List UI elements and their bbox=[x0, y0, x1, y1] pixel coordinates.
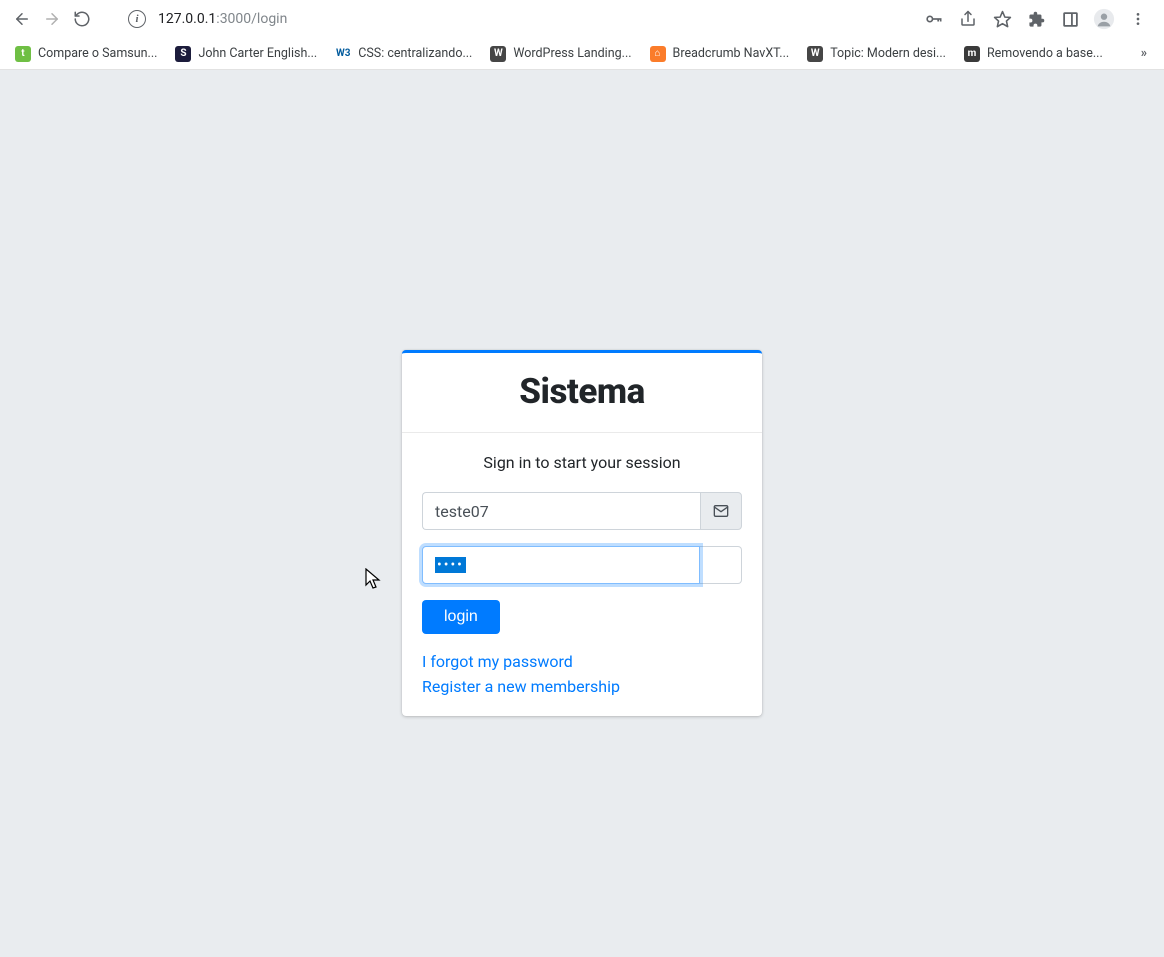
toolbar-actions bbox=[920, 5, 1156, 33]
bookmark-label: John Carter English... bbox=[198, 46, 317, 61]
username-input[interactable] bbox=[422, 492, 700, 530]
forward-button[interactable] bbox=[38, 5, 66, 33]
profile-icon[interactable] bbox=[1090, 5, 1118, 33]
bookmark-favicon: ⌂ bbox=[650, 46, 666, 62]
bookmark-item[interactable]: t Compare o Samsun... bbox=[8, 42, 164, 66]
brand-title: Sistema bbox=[422, 371, 742, 412]
browser-toolbar: i 127.0.0.1:3000/login bbox=[0, 0, 1164, 38]
bookmark-label: CSS: centralizando... bbox=[358, 46, 472, 61]
bookmark-favicon: t bbox=[15, 46, 31, 62]
bookmark-favicon: W3 bbox=[335, 46, 351, 62]
card-body: Sign in to start your session •••• login… bbox=[402, 433, 762, 716]
bookmark-item[interactable]: ⌂ Breadcrumb NavXT... bbox=[643, 42, 797, 66]
password-input[interactable]: •••• bbox=[422, 546, 700, 584]
username-group bbox=[422, 492, 742, 530]
menu-icon[interactable] bbox=[1124, 5, 1152, 33]
reload-icon bbox=[73, 10, 91, 28]
signin-subtitle: Sign in to start your session bbox=[422, 453, 742, 472]
bookmarks-bar: t Compare o Samsun... S John Carter English… bbox=[0, 38, 1164, 70]
reload-button[interactable] bbox=[68, 5, 96, 33]
password-group: •••• bbox=[422, 546, 742, 584]
card-header: Sistema bbox=[402, 353, 762, 433]
bookmarks-overflow-icon[interactable]: » bbox=[1133, 42, 1156, 65]
bookmark-label: Topic: Modern desi... bbox=[830, 46, 946, 61]
password-selected-dots: •••• bbox=[435, 557, 466, 573]
bookmark-label: Compare o Samsun... bbox=[38, 46, 157, 61]
extensions-icon[interactable] bbox=[1022, 5, 1050, 33]
panel-icon[interactable] bbox=[1056, 5, 1084, 33]
bookmark-favicon: W bbox=[807, 46, 823, 62]
bookmark-item[interactable]: m Removendo a base... bbox=[957, 42, 1110, 66]
bookmark-item[interactable]: W WordPress Landing... bbox=[483, 42, 638, 66]
arrow-left-icon bbox=[13, 10, 31, 28]
site-info-icon[interactable]: i bbox=[128, 10, 146, 28]
bookmark-label: Breadcrumb NavXT... bbox=[673, 46, 790, 61]
login-links: I forgot my password Register a new memb… bbox=[422, 652, 742, 696]
lock-icon bbox=[700, 546, 742, 584]
bookmark-item[interactable]: W Topic: Modern desi... bbox=[800, 42, 953, 66]
address-bar[interactable]: i 127.0.0.1:3000/login bbox=[118, 4, 908, 34]
email-icon bbox=[700, 492, 742, 530]
share-icon[interactable] bbox=[954, 5, 982, 33]
bookmark-favicon: m bbox=[964, 46, 980, 62]
arrow-right-icon bbox=[43, 10, 61, 28]
password-key-icon[interactable] bbox=[920, 5, 948, 33]
star-icon[interactable] bbox=[988, 5, 1016, 33]
url-text: 127.0.0.1:3000/login bbox=[158, 11, 287, 27]
bookmark-favicon: W bbox=[490, 46, 506, 62]
login-card: Sistema Sign in to start your session ••… bbox=[402, 350, 762, 716]
bookmark-label: WordPress Landing... bbox=[513, 46, 631, 61]
bookmark-item[interactable]: W3 CSS: centralizando... bbox=[328, 42, 479, 66]
bookmark-favicon: S bbox=[175, 46, 191, 62]
login-button[interactable]: login bbox=[422, 600, 500, 634]
back-button[interactable] bbox=[8, 5, 36, 33]
register-link[interactable]: Register a new membership bbox=[422, 677, 742, 696]
bookmark-label: Removendo a base... bbox=[987, 46, 1103, 61]
bookmark-item[interactable]: S John Carter English... bbox=[168, 42, 324, 66]
page-content: Sistema Sign in to start your session ••… bbox=[0, 70, 1164, 957]
forgot-password-link[interactable]: I forgot my password bbox=[422, 652, 742, 671]
